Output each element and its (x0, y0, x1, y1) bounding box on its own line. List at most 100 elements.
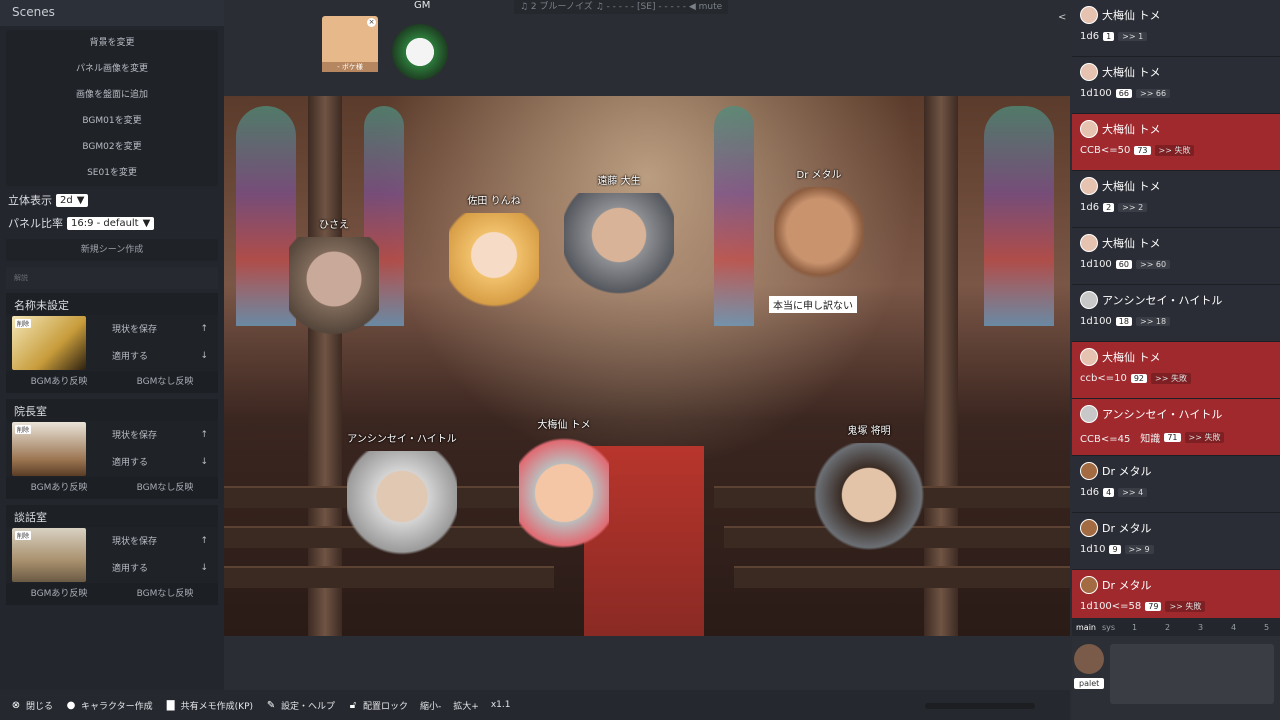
lock-icon: 🔓︎ (349, 699, 357, 711)
close-icon[interactable]: × (367, 18, 376, 27)
avatar (1080, 462, 1098, 480)
character-name: 遠藤 大生 (597, 176, 641, 187)
dropdown-arrow-icon: ▼ (76, 194, 85, 206)
avatar (1080, 519, 1098, 537)
character-anshinsei-haitoru[interactable]: アンシンセイ・ハイトル (312, 430, 492, 581)
bgm-on-button[interactable]: BGMあり反映 (6, 371, 112, 393)
bgm-on-button[interactable]: BGMあり反映 (6, 477, 112, 499)
change-background-button[interactable]: 背景を変更 (6, 30, 218, 56)
tab-4[interactable]: 4 (1220, 623, 1247, 632)
bgm-off-button[interactable]: BGMなし反映 (112, 371, 218, 393)
roll-outcome: >> 18 (1135, 317, 1171, 326)
close-button[interactable]: ⊗ 閉じる (10, 699, 53, 712)
delete-tag[interactable]: 削除 (15, 531, 32, 540)
dice-log[interactable]: 大梅仙 トメ 1d6 1 >> 1 大梅仙 トメ 1d100 66 >> 66 大梅仙 トメ CC… (1072, 0, 1280, 618)
tab-2[interactable]: 2 (1154, 623, 1181, 632)
stained-glass-window (714, 106, 754, 326)
apply-button[interactable]: 適用する ↓ (92, 554, 218, 581)
delete-tag[interactable]: 削除 (15, 319, 32, 328)
change-se01-button[interactable]: SE01を変更 (6, 160, 218, 186)
scene-thumbnail[interactable]: 削除 (12, 528, 86, 582)
roll-command: 1d100 (1080, 88, 1112, 99)
character-name: ひさえ (319, 220, 349, 231)
character-onizuka-masaaki[interactable]: 鬼塚 将明 (814, 422, 924, 573)
palet-button[interactable]: palet (1074, 678, 1105, 689)
top-bar: GM ♫ 2 ブルーノイズ ♫ - - - - - [SE] - - - - -… (224, 0, 1070, 96)
apply-button[interactable]: 適用する ↓ (92, 448, 218, 475)
character-hisae[interactable]: ひさえ (274, 216, 394, 357)
scene-buttons: 現状を保存 ↑ 適用する ↓ (92, 421, 218, 477)
tab-3[interactable]: 3 (1187, 623, 1214, 632)
shared-memo-button[interactable]: ▇ 共有メモ作成(KP) (165, 699, 253, 712)
gm-token[interactable] (392, 24, 448, 80)
tab-5[interactable]: 5 (1253, 623, 1280, 632)
layout-lock-button[interactable]: 🔓︎ 配置ロック (347, 699, 408, 712)
create-character-button[interactable]: ● キャラクター作成 (65, 699, 153, 712)
zoom-level: x1.1 (490, 700, 511, 710)
roll-result: 9 (1109, 545, 1121, 554)
roll-line: 1d6 2 >> 2 (1080, 202, 1272, 213)
bgm-off-button[interactable]: BGMなし反映 (112, 583, 218, 605)
log-entry: 大梅仙 トメ CCB<=50 73 >> 失敗 (1072, 114, 1280, 171)
chat-input[interactable] (1110, 644, 1274, 704)
delete-tag[interactable]: 削除 (15, 425, 32, 434)
log-speaker: 大梅仙 トメ (1080, 176, 1272, 196)
bgm-on-button[interactable]: BGMあり反映 (6, 583, 112, 605)
save-state-button[interactable]: 現状を保存 ↑ (92, 421, 218, 448)
settings-help-button[interactable]: ✎ 設定・ヘルプ (265, 699, 335, 712)
apply-label: 適用する (112, 564, 149, 574)
log-speaker: アンシンセイ・ハイトル (1080, 404, 1272, 424)
change-panel-image-button[interactable]: パネル画像を変更 (6, 56, 218, 82)
roll-outcome: >> 失敗 (1151, 373, 1191, 384)
bgm-off-button[interactable]: BGMなし反映 (112, 477, 218, 499)
speaker-name: アンシンセイ・ハイトル (1102, 294, 1223, 307)
character-obaisen-tome[interactable]: 大梅仙 トメ (509, 416, 619, 577)
save-state-label: 現状を保存 (112, 431, 158, 441)
shrink-button[interactable]: 縮小- (420, 699, 441, 712)
ratio-select[interactable]: 16:9 - default ▼ (67, 216, 155, 230)
collapse-log-button[interactable]: < (1058, 12, 1066, 23)
zoom-in-button[interactable]: 拡大+ (453, 699, 479, 712)
change-bgm02-button[interactable]: BGM02を変更 (6, 134, 218, 160)
log-speaker: 大梅仙 トメ (1080, 62, 1272, 82)
tab-sys[interactable]: sys (1102, 623, 1115, 632)
character-dr-metal[interactable]: Dr メタル (764, 166, 874, 297)
tab-main[interactable]: main (1076, 623, 1096, 632)
avatar (1080, 405, 1098, 423)
change-bgm01-button[interactable]: BGM01を変更 (6, 108, 218, 134)
roll-line: 1d100<=58 79 >> 失敗 (1080, 601, 1272, 612)
save-state-button[interactable]: 現状を保存 ↑ (92, 527, 218, 554)
roll-outcome: >> 60 (1135, 260, 1171, 269)
apply-button[interactable]: 適用する ↓ (92, 342, 218, 369)
avatar (1080, 348, 1098, 366)
character-endo-taisei[interactable]: 遠藤 大生 (559, 172, 679, 313)
log-entry: Dr メタル 1d10 9 >> 9 (1072, 513, 1280, 570)
stained-glass-window (984, 106, 1054, 326)
tab-1[interactable]: 1 (1121, 623, 1148, 632)
character-name: アンシンセイ・ハイトル (347, 434, 457, 445)
save-state-button[interactable]: 現状を保存 ↑ (92, 315, 218, 342)
roll-line: CCB<=50 73 >> 失敗 (1080, 145, 1272, 156)
roll-outcome: >> 4 (1118, 488, 1148, 497)
horizontal-scrollbar[interactable] (925, 703, 1035, 709)
roll-command: 1d100 (1080, 259, 1112, 270)
settings-help-label: 設定・ヘルプ (281, 701, 336, 712)
character-sada-rinne[interactable]: 佐田 りんね (439, 192, 549, 333)
roll-line: ccb<=10 92 >> 失敗 (1080, 373, 1272, 384)
scene-thumbnail[interactable]: 削除 (12, 422, 86, 476)
stage-panel[interactable]: ひさえ 佐田 りんね 遠藤 大生 Dr メタル 本当に申し訳ない アンシンセイ・… (224, 96, 1070, 636)
character-portrait (289, 237, 379, 357)
add-image-button[interactable]: 画像を盤面に追加 (6, 82, 218, 108)
chat-tabs: main sys 1 2 3 4 5 (1072, 618, 1280, 636)
app-root: Scenes 背景を変更 パネル画像を変更 画像を盤面に追加 BGM01を変更 … (0, 0, 1280, 720)
avatar[interactable] (1074, 644, 1104, 674)
stereo-select[interactable]: 2d ▼ (56, 193, 89, 207)
scene-thumbnail[interactable]: 削除 (12, 316, 86, 370)
character-portrait (449, 213, 539, 333)
character-token[interactable]: × - ボケ様 (322, 16, 378, 72)
bgm-status[interactable]: ♫ 2 ブルーノイズ ♫ - - - - - [SE] - - - - - ◀ … (514, 0, 729, 14)
roll-outcome: >> 失敗 (1184, 432, 1225, 443)
new-scene-button[interactable]: 新規シーン作成 (6, 239, 218, 261)
ratio-row: パネル比率 16:9 - default ▼ (0, 213, 224, 233)
scene-buttons: 現状を保存 ↑ 適用する ↓ (92, 527, 218, 583)
